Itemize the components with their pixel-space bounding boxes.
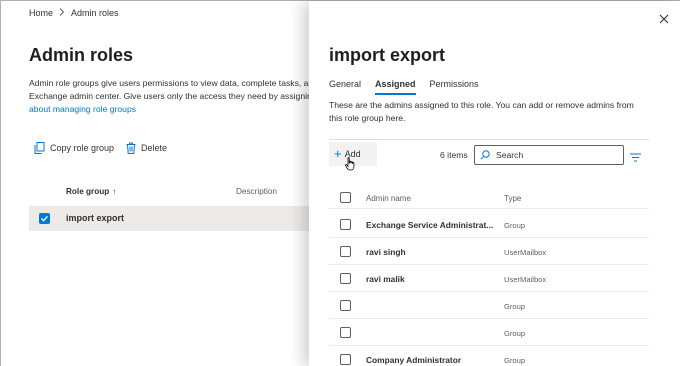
copy-role-group-label: Copy role group xyxy=(50,143,115,153)
column-header-label: Role group xyxy=(66,187,110,196)
filter-icon[interactable] xyxy=(630,149,641,167)
page-description-line: Admin role groups give users permissions… xyxy=(29,78,309,88)
tab-general[interactable]: General xyxy=(329,79,361,94)
table-row[interactable]: Exchange Service Administrat... Group xyxy=(329,211,649,238)
admin-name: ravi malik xyxy=(366,274,405,284)
command-bar: Copy role group Delete xyxy=(34,142,179,154)
column-header-description[interactable]: Description xyxy=(236,187,277,196)
flyout-title: import export xyxy=(329,45,446,65)
close-icon[interactable] xyxy=(658,12,670,24)
row-checkbox[interactable] xyxy=(340,219,351,230)
table-row[interactable]: Group xyxy=(329,319,649,346)
breadcrumb-home[interactable]: Home xyxy=(29,8,53,18)
row-checkbox[interactable] xyxy=(340,354,351,365)
admin-name: Exchange Service Administrat... xyxy=(366,220,494,230)
table-row[interactable]: Group xyxy=(329,292,649,319)
column-header-role-group[interactable]: Role group ↑ xyxy=(66,187,116,196)
plus-icon: + xyxy=(334,146,342,161)
admin-type: UserMailbox xyxy=(504,275,547,284)
row-checkbox[interactable] xyxy=(340,300,351,311)
role-details-flyout: import export General Assigned Permissio… xyxy=(309,1,680,366)
sort-ascending-icon: ↑ xyxy=(112,187,117,196)
items-count: 6 items xyxy=(440,150,468,160)
search-input[interactable]: Search xyxy=(474,145,624,165)
tab-assigned[interactable]: Assigned xyxy=(375,79,416,95)
role-group-row-selected[interactable]: import export xyxy=(29,206,309,231)
admin-name: Company Administrator xyxy=(366,355,462,365)
divider xyxy=(329,139,649,140)
flyout-description: These are the admins assigned to this ro… xyxy=(329,100,634,123)
breadcrumb: Home Admin roles xyxy=(29,8,119,18)
admins-table-header: Admin name Type xyxy=(329,187,649,209)
chevron-right-icon xyxy=(59,8,65,18)
table-row[interactable]: ravi malik UserMailbox xyxy=(329,265,649,292)
table-row[interactable]: ravi singh UserMailbox xyxy=(329,238,649,265)
search-placeholder: Search xyxy=(496,150,524,160)
page-title: Admin roles xyxy=(29,45,134,65)
select-all-checkbox[interactable] xyxy=(340,192,351,203)
admin-type: Group xyxy=(504,302,526,311)
table-row[interactable]: Company Administrator Group xyxy=(329,346,649,366)
role-group-name: import export xyxy=(66,213,125,223)
admin-type: Group xyxy=(504,221,526,230)
admin-type: Group xyxy=(504,329,526,338)
checkbox-checked-icon[interactable] xyxy=(39,213,50,224)
column-header-admin-name[interactable]: Admin name xyxy=(366,194,411,203)
copy-role-group-button[interactable]: Copy role group xyxy=(34,142,114,154)
page-description: Admin role groups give users permissions… xyxy=(29,77,319,116)
column-header-type[interactable]: Type xyxy=(504,194,521,203)
breadcrumb-current: Admin roles xyxy=(71,8,119,18)
row-checkbox[interactable] xyxy=(340,327,351,338)
search-icon xyxy=(480,150,490,160)
admin-name: ravi singh xyxy=(366,247,406,257)
delete-label: Delete xyxy=(141,143,168,153)
flyout-tabs: General Assigned Permissions xyxy=(329,79,493,95)
learn-more-link[interactable]: about managing role groups xyxy=(29,103,319,116)
hand-cursor-icon xyxy=(345,157,355,176)
trash-icon xyxy=(126,142,136,154)
row-checkbox[interactable] xyxy=(340,273,351,284)
copy-icon xyxy=(34,142,45,154)
row-checkbox[interactable] xyxy=(340,246,351,257)
admin-type: UserMailbox xyxy=(504,248,547,257)
page-description-line: Exchange admin center. Give users only t… xyxy=(29,91,312,101)
delete-button[interactable]: Delete xyxy=(126,142,167,154)
role-group-list-header: Role group ↑ Description xyxy=(29,185,309,199)
admin-type: Group xyxy=(504,356,526,365)
tab-permissions[interactable]: Permissions xyxy=(430,79,479,94)
